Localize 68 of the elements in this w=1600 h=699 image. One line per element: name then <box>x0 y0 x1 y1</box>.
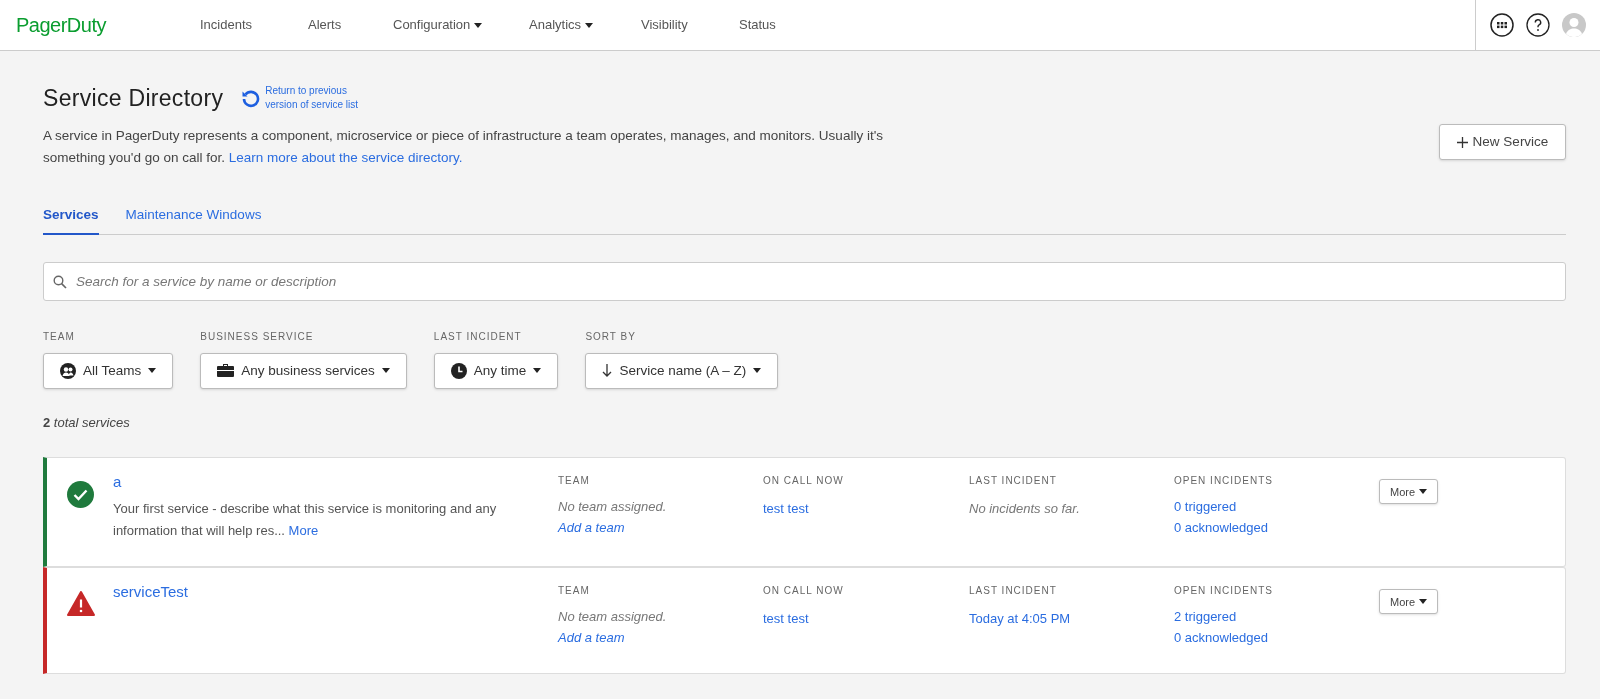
on-call-link[interactable]: test test <box>763 501 809 517</box>
search-field[interactable]: Search for a service by name or description <box>43 261 1566 301</box>
filter-label: SORT BY <box>585 329 637 344</box>
undo-icon <box>241 88 262 109</box>
filter-dropdown[interactable]: Any time <box>433 352 559 389</box>
check-circle-icon <box>67 481 94 509</box>
triggered-link[interactable]: 2 triggered <box>1174 606 1379 628</box>
team-info: No team assigned. Add a team <box>558 608 668 648</box>
description: A service in PagerDuty represents a component, microservice or piece of infrastructure a team operates, manages, and monitors. Usually it's something you'd go on call for. Learn more about the service directory. <box>43 126 884 167</box>
nav-link[interactable]: Analytics <box>529 15 641 35</box>
tab[interactable]: Maintenance Windows <box>125 204 262 234</box>
arrow-down-icon <box>602 364 613 378</box>
service-name-link[interactable]: a <box>113 471 558 494</box>
apps-grid-icon[interactable] <box>1490 13 1514 37</box>
acknowledged-link[interactable]: 0 acknowledged <box>1174 517 1379 539</box>
caret-icon <box>1419 489 1428 495</box>
new-service-button[interactable]: New Service <box>1439 124 1566 160</box>
return-link[interactable]: Return to previous version of service list <box>241 84 376 113</box>
more-button[interactable]: More <box>1379 589 1439 615</box>
column-label: OPEN INCIDENTS <box>1174 474 1274 489</box>
caret-icon <box>1419 599 1428 605</box>
triggered-link[interactable]: 0 triggered <box>1174 496 1379 518</box>
nav-link[interactable]: Configuration <box>393 15 529 35</box>
column-label: LAST INCIDENT <box>969 584 1058 599</box>
filter-label: BUSINESS SERVICE <box>200 329 315 344</box>
last-incident-link[interactable]: Today at 4:05 PM <box>969 611 1071 627</box>
warning-icon <box>67 591 95 617</box>
nav-link[interactable]: Alerts <box>308 15 393 35</box>
filter-dropdown[interactable]: Service name (A – Z) <box>585 352 779 389</box>
last-incident-text: No incidents so far. <box>969 501 1080 517</box>
column-label: OPEN INCIDENTS <box>1174 584 1274 599</box>
learn-more-link[interactable]: Learn more about the service directory. <box>228 149 463 165</box>
add-team-link[interactable]: Add a team <box>558 520 625 536</box>
caret-icon <box>753 368 762 374</box>
service-description: Your first service - describe what this service is monitoring and any information that will help res... More <box>113 499 498 540</box>
column-label: ON CALL NOW <box>763 584 845 599</box>
clock-icon <box>450 362 467 379</box>
caret-icon <box>533 368 542 374</box>
total-count: 2 total services <box>43 413 131 432</box>
nav-link[interactable]: Visibility <box>641 15 739 35</box>
column-label: TEAM <box>558 474 591 489</box>
filter-dropdown[interactable]: All Teams <box>43 352 174 389</box>
people-icon <box>60 362 76 379</box>
caret-icon <box>474 22 483 28</box>
caret-icon <box>585 22 594 28</box>
nav-link[interactable]: Incidents <box>200 15 308 35</box>
page-title: Service Directory <box>43 84 224 113</box>
nav-link[interactable]: Status <box>739 15 819 35</box>
plus-icon <box>1456 136 1468 148</box>
caret-icon <box>381 368 390 374</box>
more-link[interactable]: More <box>288 522 319 538</box>
briefcase-icon <box>217 363 235 379</box>
column-label: TEAM <box>558 584 591 599</box>
filter-dropdown[interactable]: Any business services <box>200 352 407 389</box>
team-info: No team assigned. Add a team <box>558 498 668 538</box>
on-call-link[interactable]: test test <box>763 611 809 627</box>
add-team-link[interactable]: Add a team <box>558 630 625 646</box>
logo[interactable]: PagerDuty <box>16 10 166 40</box>
filter-label: TEAM <box>43 329 76 344</box>
caret-icon <box>148 368 157 374</box>
service-name-link[interactable]: serviceTest <box>113 581 558 604</box>
filter-label: LAST INCIDENT <box>433 329 523 344</box>
acknowledged-link[interactable]: 0 acknowledged <box>1174 627 1379 649</box>
help-icon[interactable] <box>1526 13 1550 37</box>
column-label: ON CALL NOW <box>763 474 845 489</box>
column-label: LAST INCIDENT <box>969 474 1058 489</box>
more-button[interactable]: More <box>1379 479 1439 505</box>
tab[interactable]: Services <box>43 204 99 235</box>
